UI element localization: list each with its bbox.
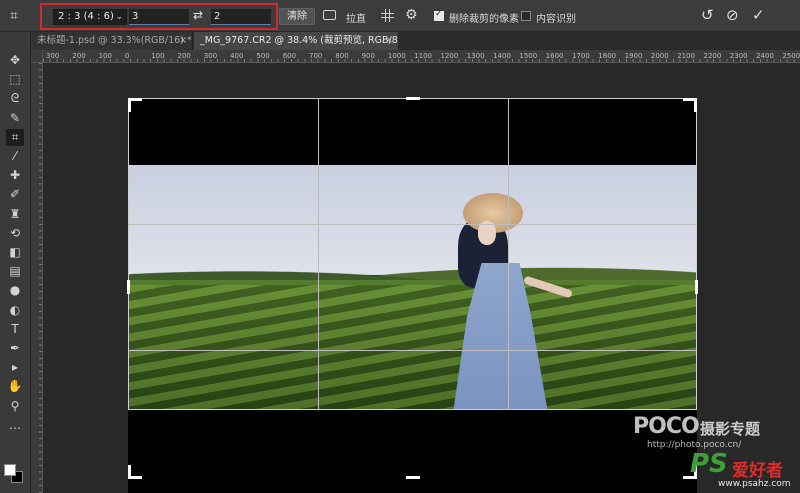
- ruler-tick-label: 800: [335, 52, 349, 60]
- ruler-tick-label: 1400: [493, 52, 511, 60]
- ratio-preset-select[interactable]: 2 : 3 (4 : 6) ⌄: [53, 9, 127, 25]
- commit-check-icon[interactable]: ✓: [752, 6, 765, 24]
- ps-watermark-url: www.psahz.com: [718, 479, 791, 489]
- ruler-tick-label: 1600: [545, 52, 564, 60]
- content-aware-label: 内容识别: [536, 14, 576, 25]
- crop-grid-line: [128, 350, 697, 351]
- ruler-tick-label: 1700: [572, 52, 590, 60]
- crop-tool-icon[interactable]: ⌗: [6, 128, 24, 146]
- delete-cropped-label: 删除裁剪的像素: [449, 14, 519, 25]
- lasso-tool-icon[interactable]: ᘓ: [6, 90, 24, 107]
- close-icon[interactable]: ×: [179, 32, 187, 50]
- delete-cropped-checkbox[interactable]: [434, 9, 444, 21]
- crop-grid-line: [508, 98, 509, 410]
- ruler-tick-label: 400: [230, 52, 244, 60]
- hand-tool-icon[interactable]: ✋: [6, 378, 24, 395]
- history-brush-tool-icon[interactable]: ⟲: [6, 225, 24, 242]
- tools-panel: ✥ ⬚ ᘓ ✎ ⌗ ⁄ ✚ ✐ ♜ ⟲ ◧ ▤ ● ◐ T ✒ ▸ ✋ ⚲ …: [0, 32, 31, 493]
- grid-overlay-icon[interactable]: [381, 9, 394, 22]
- tab-mg-9767[interactable]: _MG_9767.CR2 @ 38.4% (裁剪预览, RGB/8*) * ×: [194, 32, 398, 50]
- ratio-preset-value: 2 : 3 (4 : 6): [58, 11, 114, 22]
- horizontal-ruler[interactable]: 300 200 100 0 100 200 300 400 500 600 700 800 900 100…: [43, 50, 800, 63]
- crop-box[interactable]: [128, 98, 697, 410]
- vertical-ruler[interactable]: [31, 63, 43, 493]
- quick-select-tool-icon[interactable]: ✎: [6, 110, 24, 127]
- ruler-tick-label: 2100: [677, 52, 696, 60]
- ruler-tick-label: 1200: [440, 52, 459, 60]
- healing-brush-tool-icon[interactable]: ✚: [6, 167, 24, 184]
- crop-handle-right[interactable]: [695, 280, 698, 294]
- ruler-tick-label: 600: [282, 52, 297, 60]
- foreground-color-swatch[interactable]: [4, 464, 16, 476]
- gear-icon[interactable]: ⚙: [405, 7, 418, 23]
- ruler-tick-label: 1300: [466, 52, 485, 60]
- pen-tool-icon[interactable]: ✒: [6, 340, 24, 357]
- ruler-tick-label: 2200: [703, 52, 722, 60]
- poco-watermark: POCO: [633, 414, 700, 439]
- clone-stamp-tool-icon[interactable]: ♜: [6, 206, 24, 223]
- ruler-tick-label: 100: [151, 52, 165, 60]
- content-aware-checkbox[interactable]: [521, 11, 531, 21]
- poco-watermark-subtitle: 摄影专题: [700, 420, 761, 438]
- document-tabs: 未标题-1.psd @ 33.3%(RGB/16) * × _MG_9767.C…: [31, 32, 800, 50]
- marquee-tool-icon[interactable]: ⬚: [6, 71, 24, 88]
- ruler-origin[interactable]: [31, 50, 43, 63]
- width-field[interactable]: 3: [129, 9, 189, 25]
- crop-grid-line: [128, 224, 697, 225]
- cancel-icon[interactable]: ⊘: [726, 6, 739, 24]
- ruler-tick-label: 2400: [756, 52, 774, 60]
- clear-button[interactable]: 清除: [279, 8, 315, 25]
- zoom-tool-icon[interactable]: ⚲: [6, 398, 24, 415]
- ruler-tick-label: 200: [177, 52, 191, 60]
- reset-icon[interactable]: ↺: [701, 6, 714, 24]
- ruler-tick-label: 200: [72, 52, 86, 60]
- ps-watermark: PS: [690, 449, 728, 479]
- crop-grid-line: [318, 98, 319, 410]
- ruler-tick-label: 1000: [387, 52, 406, 60]
- close-icon[interactable]: ×: [385, 32, 393, 50]
- chevron-down-icon: ⌄: [115, 12, 123, 22]
- crop-handle-bottom[interactable]: [406, 476, 420, 479]
- eraser-tool-icon[interactable]: ◧: [6, 244, 24, 261]
- ruler-tick-label: 2500: [782, 52, 800, 60]
- crop-tool-icon[interactable]: ⌗: [10, 7, 30, 25]
- ruler-tick-label: 700: [309, 52, 323, 60]
- crop-handle-bottom-left[interactable]: [128, 465, 142, 479]
- path-select-tool-icon[interactable]: ▸: [6, 359, 24, 376]
- tab-untitled[interactable]: 未标题-1.psd @ 33.3%(RGB/16) * ×: [31, 32, 193, 50]
- ruler-tick-label: 1100: [414, 52, 433, 60]
- ruler-tick-label: 1800: [598, 52, 617, 60]
- tab-label: _MG_9767.CR2 @ 38.4% (裁剪预览, RGB/8*) *: [200, 35, 398, 46]
- straighten-label[interactable]: 拉直: [346, 10, 366, 25]
- tab-label: 未标题-1.psd @ 33.3%(RGB/16) *: [37, 35, 192, 46]
- dodge-tool-icon[interactable]: ◐: [6, 302, 24, 319]
- options-bar: ⌗ 2 : 3 (4 : 6) ⌄ 3 ⇄ 2 清除 拉直 ⚙ 删除裁剪的像素 …: [0, 0, 800, 32]
- gradient-tool-icon[interactable]: ▤: [6, 263, 24, 280]
- brush-tool-icon[interactable]: ✐: [6, 186, 24, 203]
- straighten-icon[interactable]: [323, 10, 336, 20]
- ruler-tick-label: 300: [46, 52, 60, 60]
- type-tool-icon[interactable]: T: [6, 321, 24, 338]
- crop-handle-top-right[interactable]: [683, 98, 697, 112]
- crop-handle-left[interactable]: [127, 280, 130, 294]
- ruler-tick-label: 500: [256, 52, 270, 60]
- crop-handle-top[interactable]: [406, 97, 420, 100]
- eyedropper-tool-icon[interactable]: ⁄: [6, 148, 24, 165]
- ruler-tick-label: 2000: [650, 52, 669, 60]
- ruler-tick-label: 300: [203, 52, 218, 60]
- move-tool-icon[interactable]: ✥: [6, 52, 24, 69]
- blur-tool-icon[interactable]: ●: [6, 282, 24, 299]
- ruler-tick-label: 100: [98, 52, 112, 60]
- height-field[interactable]: 2: [211, 9, 271, 25]
- more-tools-icon[interactable]: …: [6, 417, 24, 434]
- ps-watermark-subtitle: 爱好者: [732, 461, 783, 481]
- ruler-tick-label: 2300: [729, 52, 748, 60]
- ruler-tick-label: 1900: [624, 52, 643, 60]
- swap-arrows-icon[interactable]: ⇄: [193, 8, 203, 22]
- ruler-tick-label: 0: [124, 52, 130, 60]
- ruler-tick-label: 900: [361, 52, 375, 60]
- ruler-tick-label: 1500: [519, 52, 538, 60]
- crop-handle-top-left[interactable]: [128, 98, 142, 112]
